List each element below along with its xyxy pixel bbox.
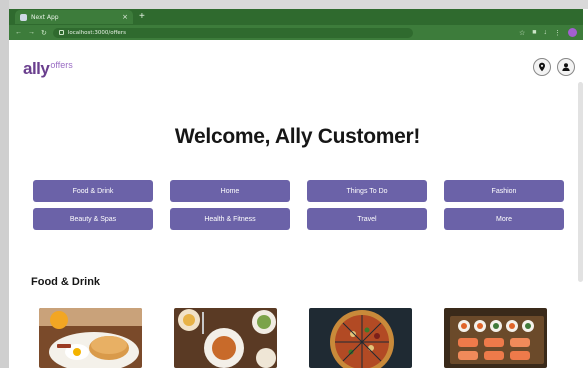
breakfast-plate-image [39,308,142,368]
profile-avatar[interactable] [568,28,577,37]
page-viewport: ally offers Welcome, Ally Customer! Food… [12,40,583,368]
category-fashion-button[interactable]: Fashion [444,180,564,202]
category-grid: Food & Drink Home Things To Do Fashion B… [33,180,564,230]
browser-tab[interactable]: Next App × [15,10,133,24]
category-food-drink-button[interactable]: Food & Drink [33,180,153,202]
extensions-icon[interactable]: ■ [532,29,536,36]
brunch-table-image [174,308,277,368]
address-url: localhost:3000/offers [67,29,126,36]
offer-card-brunch[interactable] [174,308,277,368]
user-account-icon [562,63,570,71]
screen-photo: Next App × + ← → ↻ localhost:3000/offers… [0,0,588,368]
offer-card-sushi[interactable] [444,308,547,368]
sushi-platter-image [444,308,547,368]
category-things-to-do-button[interactable]: Things To Do [307,180,427,202]
tab-close-icon[interactable]: × [122,13,128,21]
offer-card-pizza[interactable] [309,308,412,368]
back-icon[interactable]: ← [15,29,22,36]
star-icon[interactable]: ☆ [519,29,525,37]
monitor-bezel-left [0,0,9,368]
browser-tab-bar: Next App × + [9,9,583,25]
page-scrollbar[interactable] [578,82,583,282]
logo-main-text: ally [23,59,50,78]
ally-offers-logo[interactable]: ally offers [23,59,73,79]
pizza-image [309,308,412,368]
site-info-icon[interactable] [58,30,64,35]
category-health-fitness-button[interactable]: Health & Fitness [170,208,290,230]
category-home-button[interactable]: Home [170,180,290,202]
offer-cards-row [39,308,579,368]
location-button[interactable] [533,58,551,76]
logo-sub-text: offers [50,60,73,70]
forward-icon[interactable]: → [28,29,35,36]
favicon-icon [20,13,27,21]
new-tab-button[interactable]: + [139,12,145,22]
address-bar[interactable]: localhost:3000/offers [52,27,413,38]
tab-title: Next App [31,13,59,21]
location-pin-icon [539,62,545,72]
monitor-bezel-top [0,0,588,9]
account-button[interactable] [557,58,575,76]
category-travel-button[interactable]: Travel [307,208,427,230]
menu-icon[interactable]: ⋮ [554,29,561,37]
reload-icon[interactable]: ↻ [41,29,47,37]
offer-card-breakfast[interactable] [39,308,142,368]
download-icon[interactable]: ↓ [544,29,548,36]
welcome-heading: Welcome, Ally Customer! [174,125,421,148]
section-title: Food & Drink [31,276,101,288]
category-more-button[interactable]: More [444,208,564,230]
category-beauty-spas-button[interactable]: Beauty & Spas [33,208,153,230]
browser-toolbar: ← → ↻ localhost:3000/offers ☆ ■ ↓ ⋮ [9,25,583,40]
